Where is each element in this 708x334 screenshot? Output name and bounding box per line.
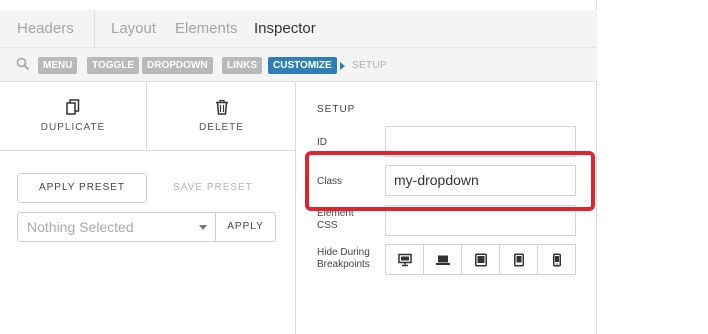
breakpoint-tablet-portrait-button[interactable]: [500, 245, 538, 274]
class-highlight-box: [305, 151, 595, 211]
tab-headers[interactable]: Headers: [17, 20, 74, 37]
panel-tabs: Headers Layout Elements Inspector: [0, 10, 597, 48]
laptop-icon: [435, 255, 450, 265]
breadcrumb: MENU TOGGLE DROPDOWN LINKS CUSTOMIZE SET…: [0, 48, 597, 82]
breadcrumb-dropdown[interactable]: DROPDOWN: [142, 57, 213, 74]
apply-button[interactable]: APPLY: [216, 212, 276, 242]
phone-icon: [552, 253, 561, 266]
inspector-panel: Headers Layout Elements Inspector MENU T…: [0, 0, 597, 334]
breadcrumb-arrow: [340, 62, 345, 70]
desktop-icon: [397, 253, 412, 266]
duplicate-icon: [66, 99, 80, 115]
delete-label: DELETE: [199, 122, 244, 133]
tablet-landscape-icon: [474, 253, 487, 266]
apply-preset-button[interactable]: APPLY PRESET: [17, 173, 147, 203]
breadcrumb-customize[interactable]: CUSTOMIZE: [268, 57, 337, 74]
tab-divider: [94, 10, 95, 48]
breakpoint-desktop-button[interactable]: [386, 245, 424, 274]
tablet-portrait-icon: [513, 253, 524, 266]
breakpoint-laptop-button[interactable]: [424, 245, 462, 274]
duplicate-label: DUPLICATE: [40, 122, 106, 133]
id-label: ID: [317, 137, 327, 148]
breadcrumb-menu[interactable]: MENU: [38, 57, 78, 74]
tab-elements[interactable]: Elements: [175, 20, 238, 37]
actions-column: DUPLICATE DELETE APPLY PRESET SAVE PRESE…: [0, 82, 296, 334]
css-label: Element CSS: [317, 208, 354, 231]
breakpoint-phone-button[interactable]: [538, 245, 575, 274]
save-preset-button[interactable]: SAVE PRESET: [165, 173, 261, 203]
trash-icon: [215, 99, 228, 115]
delete-button[interactable]: DELETE: [147, 82, 296, 151]
duplicate-button[interactable]: DUPLICATE: [0, 82, 147, 151]
breakpoints-label: Hide During Breakpoints: [317, 247, 370, 270]
preset-select[interactable]: Nothing Selected: [17, 212, 216, 242]
breakpoint-toggles: [385, 244, 576, 275]
preset-select-value: Nothing Selected: [27, 219, 134, 235]
tab-layout[interactable]: Layout: [111, 20, 156, 37]
breadcrumb-links[interactable]: LINKS: [222, 57, 262, 74]
breakpoint-tablet-landscape-button[interactable]: [462, 245, 500, 274]
search-icon[interactable]: [16, 57, 30, 71]
setup-title: SETUP: [317, 104, 356, 115]
breadcrumb-setup: SETUP: [352, 60, 387, 71]
breadcrumb-toggle[interactable]: TOGGLE: [87, 57, 140, 74]
chevron-down-icon: [199, 225, 207, 230]
tab-inspector[interactable]: Inspector: [254, 20, 316, 37]
setup-section: SETUP ID Class my-dropdown Element CSS H…: [297, 82, 597, 334]
